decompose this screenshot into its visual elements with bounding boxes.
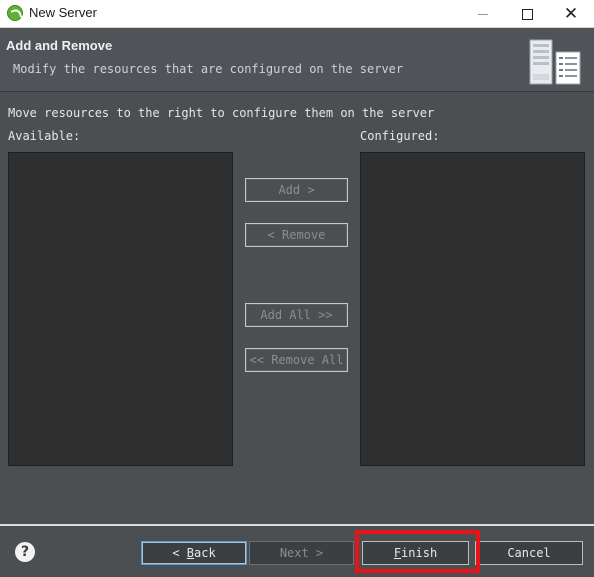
add-all-button[interactable]: Add All >> (245, 303, 348, 327)
back-button[interactable]: < Back (141, 541, 247, 565)
server-icon (529, 39, 581, 85)
configured-label: Configured: (360, 129, 440, 143)
available-label: Available: (8, 129, 81, 143)
minimize-button[interactable] (459, 0, 507, 28)
close-button[interactable]: ✕ (547, 0, 594, 28)
title-bar: New Server ✕ (0, 0, 594, 28)
cancel-button[interactable]: Cancel (475, 541, 583, 565)
back-mnemonic: B (186, 546, 194, 560)
window-title: New Server (29, 5, 97, 20)
maximize-icon (521, 8, 533, 20)
maximize-button[interactable] (503, 0, 551, 28)
next-button[interactable]: Next > (249, 541, 354, 565)
help-icon[interactable]: ? (15, 542, 35, 562)
instruction-text: Move resources to the right to configure… (8, 106, 435, 120)
wizard-banner: Add and Remove Modify the resources that… (0, 29, 594, 92)
back-prefix: < (172, 546, 187, 560)
back-rest: ack (194, 546, 216, 560)
remove-button[interactable]: < Remove (245, 223, 348, 247)
page-title: Add and Remove (6, 38, 113, 53)
configured-list[interactable] (360, 152, 585, 466)
finish-mnemonic: F (393, 546, 402, 560)
available-list[interactable] (8, 152, 233, 466)
finish-button[interactable]: Finish (362, 541, 469, 565)
finish-rest: inish (401, 546, 438, 560)
remove-all-button[interactable]: << Remove All (245, 348, 348, 372)
minimize-icon (478, 13, 488, 15)
close-icon: ✕ (563, 3, 579, 24)
spring-leaf-icon (7, 5, 23, 21)
page-description: Modify the resources that are configured… (13, 62, 404, 76)
add-button[interactable]: Add > (245, 178, 348, 202)
